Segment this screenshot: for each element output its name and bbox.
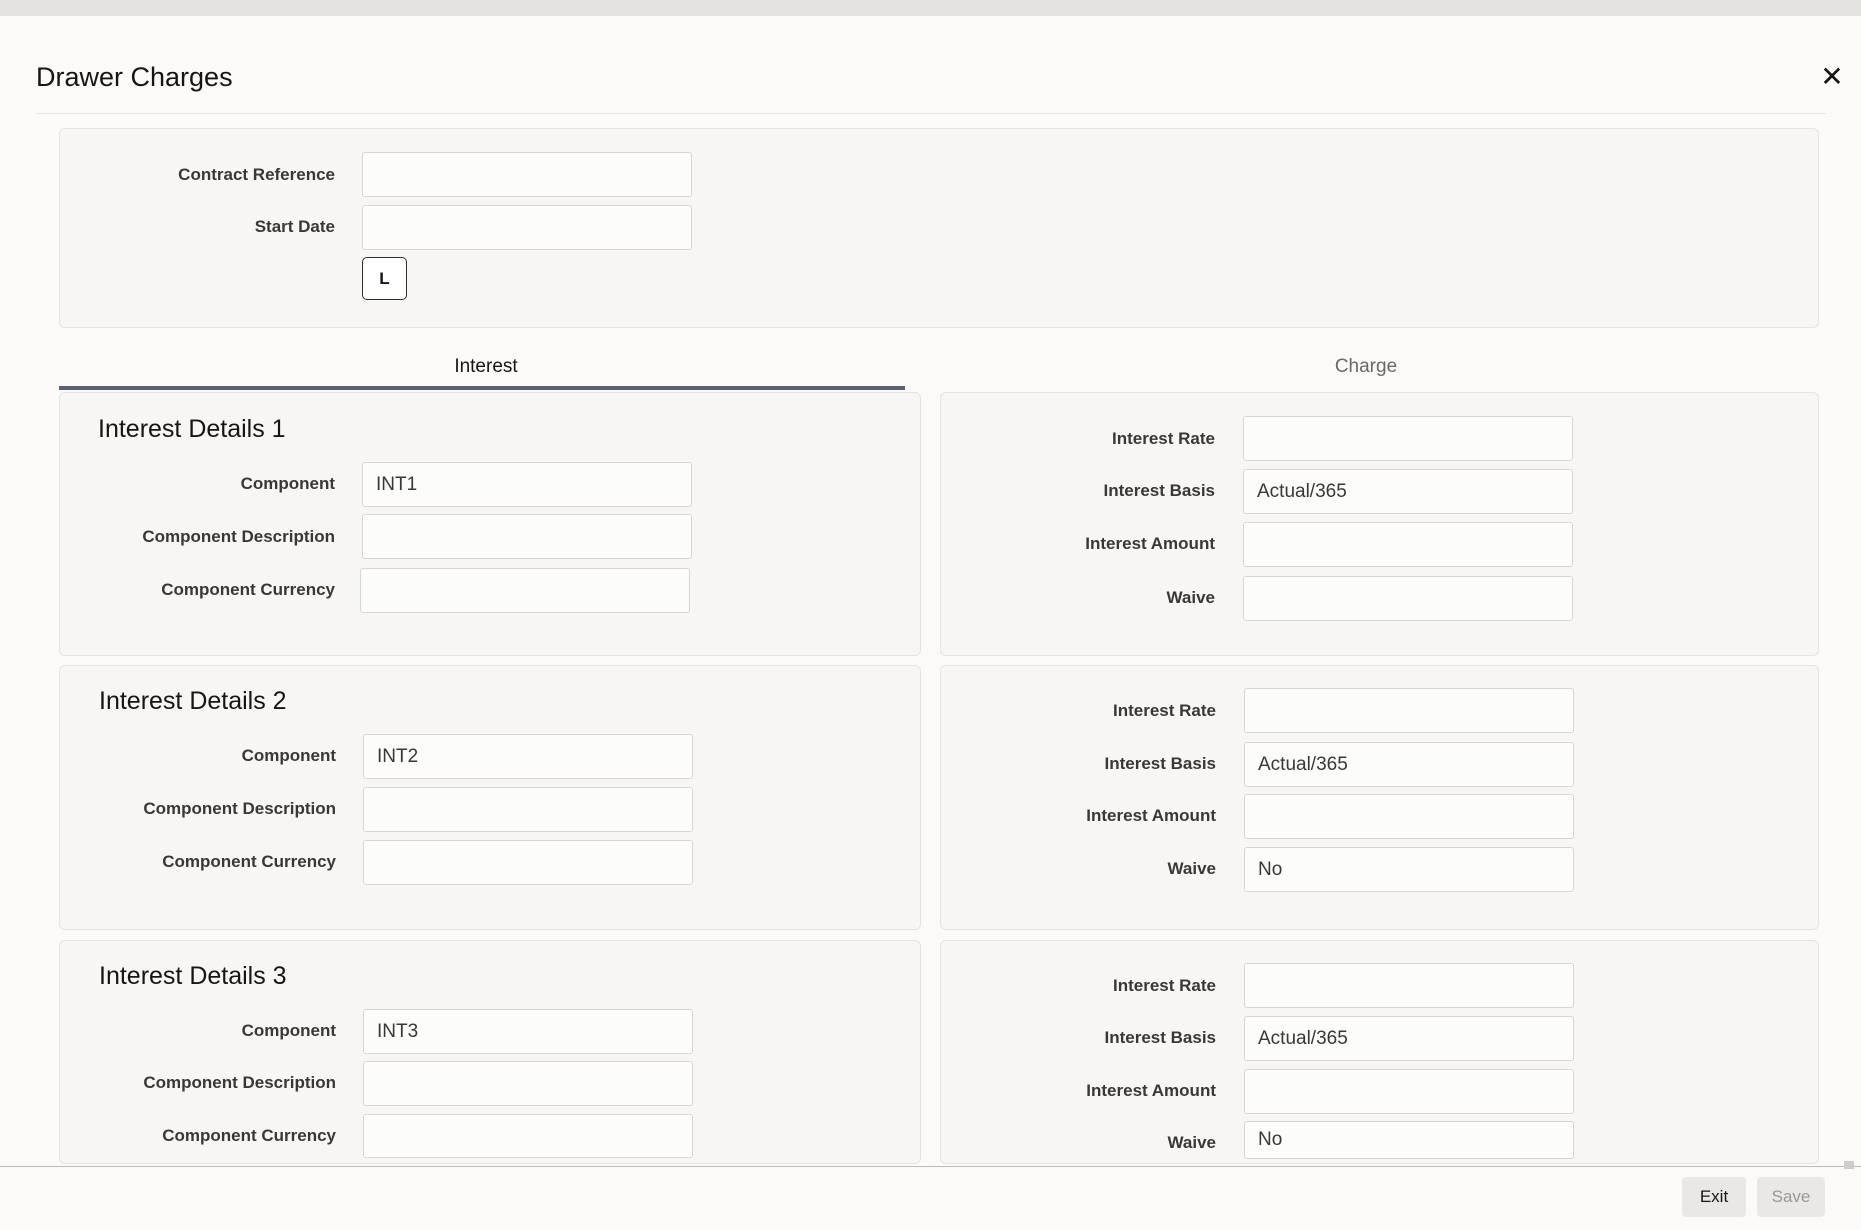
component-currency-input[interactable] [360,568,690,613]
component-currency-input[interactable] [363,1114,693,1158]
tab-interest[interactable]: Interest [386,356,586,378]
waive-input[interactable] [1243,576,1573,621]
component-currency-label: Component Currency [161,580,335,599]
top-strip [0,0,1861,16]
component-label: Component [241,746,336,765]
active-tab-indicator [59,386,905,390]
interest-basis-input[interactable] [1244,1016,1574,1061]
section-title: Interest Details 2 [99,687,287,715]
interest-amount-label: Interest Amount [1086,1081,1216,1100]
interest-basis-label: Interest Basis [1103,481,1216,500]
interest-rate-input[interactable] [1244,963,1574,1008]
interest-basis-input[interactable] [1243,469,1573,514]
exit-button[interactable]: Exit [1682,1177,1746,1217]
waive-input[interactable] [1244,847,1574,892]
component-description-label: Component Description [143,1073,336,1092]
interest-amount-input[interactable] [1243,522,1573,567]
component-input[interactable] [362,462,692,507]
interest-basis-label: Interest Basis [1104,754,1217,773]
waive-label: Waive [1166,588,1215,607]
contract-reference-label: Contract Reference [178,165,335,184]
interest-amount-label: Interest Amount [1085,534,1215,553]
footer-divider [0,1166,1861,1167]
header-divider [36,113,1826,114]
section-title: Interest Details 1 [98,415,286,443]
interest-rate-label: Interest Rate [1113,701,1216,720]
component-description-label: Component Description [143,799,336,818]
section-title: Interest Details 3 [99,962,287,990]
component-input[interactable] [363,734,693,779]
interest-rate-input[interactable] [1243,416,1573,461]
interest-amount-label: Interest Amount [1086,806,1216,825]
component-currency-label: Component Currency [162,852,336,871]
save-button[interactable]: Save [1757,1177,1825,1217]
interest-amount-input[interactable] [1244,794,1574,839]
resize-grip[interactable] [1844,1161,1854,1169]
interest-rate-label: Interest Rate [1112,429,1215,448]
component-description-label: Component Description [142,527,335,546]
component-label: Component [241,1021,336,1040]
component-currency-label: Component Currency [162,1126,336,1145]
interest-amount-input[interactable] [1244,1069,1574,1114]
waive-input[interactable] [1244,1121,1574,1159]
lookup-button[interactable]: L [362,257,407,300]
interest-basis-label: Interest Basis [1104,1028,1217,1047]
interest-rate-input[interactable] [1244,688,1574,733]
component-input[interactable] [363,1009,693,1054]
close-icon[interactable]: ✕ [1817,62,1847,92]
component-description-input[interactable] [362,514,692,559]
waive-label: Waive [1167,1133,1216,1152]
component-description-input[interactable] [363,1061,693,1106]
window-title: Drawer Charges [36,62,233,92]
start-date-label: Start Date [254,217,335,236]
component-description-input[interactable] [363,787,693,832]
tab-charge[interactable]: Charge [1266,356,1466,378]
component-label: Component [240,474,335,493]
component-currency-input[interactable] [363,840,693,885]
contract-reference-input[interactable] [362,152,692,197]
waive-label: Waive [1167,859,1216,878]
interest-rate-label: Interest Rate [1113,976,1216,995]
start-date-input[interactable] [362,205,692,250]
interest-basis-input[interactable] [1244,742,1574,787]
